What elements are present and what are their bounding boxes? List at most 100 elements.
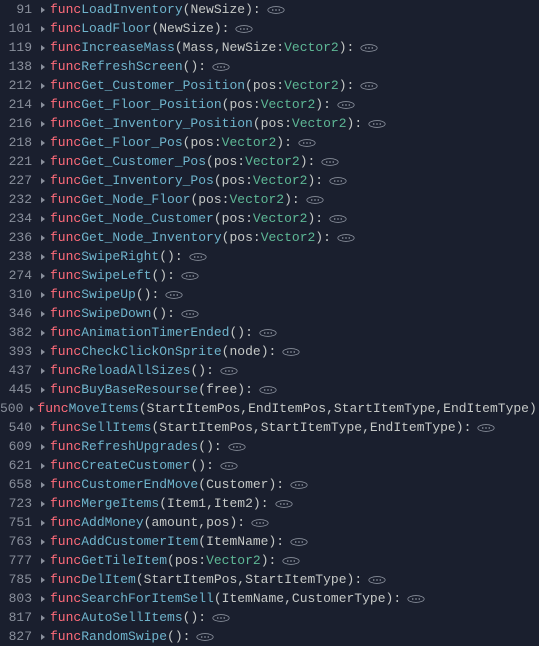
- code-line[interactable]: 658func CustomerEndMove(Customer):: [0, 475, 539, 494]
- collapsed-code-icon[interactable]: [220, 366, 238, 376]
- code-line[interactable]: 777func GetTileItem(pos:Vector2):: [0, 551, 539, 570]
- code-content[interactable]: func SwipeUp():: [50, 285, 183, 304]
- function-name[interactable]: SearchForItemSell: [81, 589, 214, 608]
- function-name[interactable]: AddCustomerItem: [81, 532, 198, 551]
- code-content[interactable]: func AddMoney(amount,pos):: [50, 513, 269, 532]
- fold-collapsed-icon[interactable]: [38, 481, 50, 489]
- fold-collapsed-icon[interactable]: [38, 519, 50, 527]
- function-name[interactable]: LoadInventory: [81, 0, 182, 19]
- code-line[interactable]: 751func AddMoney(amount,pos):: [0, 513, 539, 532]
- code-content[interactable]: func SellItems(StartItemPos,StartItemTyp…: [50, 418, 495, 437]
- fold-collapsed-icon[interactable]: [38, 120, 50, 128]
- fold-collapsed-icon[interactable]: [38, 82, 50, 90]
- code-line[interactable]: 445func BuyBaseResourse(free):: [0, 380, 539, 399]
- collapsed-code-icon[interactable]: [368, 575, 386, 585]
- code-line[interactable]: 214func Get_Floor_Position(pos:Vector2):: [0, 95, 539, 114]
- fold-collapsed-icon[interactable]: [38, 6, 50, 14]
- code-content[interactable]: func SwipeLeft():: [50, 266, 199, 285]
- function-name[interactable]: Get_Node_Floor: [81, 190, 190, 209]
- collapsed-code-icon[interactable]: [329, 214, 347, 224]
- code-line[interactable]: 91func LoadInventory(NewSize):: [0, 0, 539, 19]
- function-name[interactable]: SellItems: [81, 418, 151, 437]
- function-name[interactable]: DelItem: [81, 570, 136, 589]
- function-name[interactable]: RandomSwipe: [81, 627, 167, 646]
- code-content[interactable]: func MergeItems(Item1,Item2):: [50, 494, 293, 513]
- code-content[interactable]: func SwipeDown():: [50, 304, 199, 323]
- function-name[interactable]: RefreshUpgrades: [81, 437, 198, 456]
- fold-collapsed-icon[interactable]: [38, 367, 50, 375]
- collapsed-code-icon[interactable]: [368, 119, 386, 129]
- code-content[interactable]: func GetTileItem(pos:Vector2):: [50, 551, 300, 570]
- function-name[interactable]: IncreaseMass: [81, 38, 175, 57]
- collapsed-code-icon[interactable]: [251, 518, 269, 528]
- code-content[interactable]: func RefreshUpgrades():: [50, 437, 246, 456]
- code-line[interactable]: 236func Get_Node_Inventory(pos:Vector2):: [0, 228, 539, 247]
- code-content[interactable]: func RefreshScreen():: [50, 57, 230, 76]
- collapsed-code-icon[interactable]: [321, 157, 339, 167]
- code-content[interactable]: func LoadFloor(NewSize):: [50, 19, 253, 38]
- fold-collapsed-icon[interactable]: [38, 139, 50, 147]
- function-name[interactable]: MoveItems: [69, 399, 139, 418]
- collapsed-code-icon[interactable]: [181, 271, 199, 281]
- function-name[interactable]: Get_Customer_Pos: [81, 152, 206, 171]
- function-name[interactable]: SwipeDown: [81, 304, 151, 323]
- fold-collapsed-icon[interactable]: [38, 291, 50, 299]
- function-name[interactable]: Get_Customer_Position: [81, 76, 245, 95]
- fold-collapsed-icon[interactable]: [38, 443, 50, 451]
- collapsed-code-icon[interactable]: [282, 556, 300, 566]
- code-editor-outline[interactable]: 91func LoadInventory(NewSize):101func Lo…: [0, 0, 539, 646]
- code-content[interactable]: func AnimationTimerEnded():: [50, 323, 277, 342]
- code-line[interactable]: 437func ReloadAllSizes():: [0, 361, 539, 380]
- code-line[interactable]: 216func Get_Inventory_Position(pos:Vecto…: [0, 114, 539, 133]
- collapsed-code-icon[interactable]: [298, 138, 316, 148]
- fold-collapsed-icon[interactable]: [38, 633, 50, 641]
- function-name[interactable]: RefreshScreen: [81, 57, 182, 76]
- code-content[interactable]: func MoveItems(StartItemPos,EndItemPos,S…: [37, 399, 539, 418]
- fold-collapsed-icon[interactable]: [38, 614, 50, 622]
- function-name[interactable]: SwipeLeft: [81, 266, 151, 285]
- code-content[interactable]: func IncreaseMass(Mass,NewSize:Vector2):: [50, 38, 378, 57]
- function-name[interactable]: ReloadAllSizes: [81, 361, 190, 380]
- function-name[interactable]: SwipeUp: [81, 285, 136, 304]
- code-line[interactable]: 540func SellItems(StartItemPos,StartItem…: [0, 418, 539, 437]
- collapsed-code-icon[interactable]: [290, 480, 308, 490]
- collapsed-code-icon[interactable]: [259, 385, 277, 395]
- fold-collapsed-icon[interactable]: [38, 215, 50, 223]
- collapsed-code-icon[interactable]: [165, 290, 183, 300]
- fold-collapsed-icon[interactable]: [38, 44, 50, 52]
- fold-collapsed-icon[interactable]: [38, 234, 50, 242]
- fold-collapsed-icon[interactable]: [38, 538, 50, 546]
- fold-collapsed-icon[interactable]: [38, 462, 50, 470]
- code-line[interactable]: 310func SwipeUp():: [0, 285, 539, 304]
- code-content[interactable]: func SearchForItemSell(ItemName,Customer…: [50, 589, 425, 608]
- code-content[interactable]: func AddCustomerItem(ItemName):: [50, 532, 308, 551]
- collapsed-code-icon[interactable]: [360, 43, 378, 53]
- function-name[interactable]: GetTileItem: [81, 551, 167, 570]
- collapsed-code-icon[interactable]: [337, 100, 355, 110]
- fold-collapsed-icon[interactable]: [38, 158, 50, 166]
- collapsed-code-icon[interactable]: [196, 632, 214, 642]
- collapsed-code-icon[interactable]: [228, 442, 246, 452]
- code-content[interactable]: func Get_Floor_Position(pos:Vector2):: [50, 95, 355, 114]
- fold-collapsed-icon[interactable]: [38, 595, 50, 603]
- collapsed-code-icon[interactable]: [212, 62, 230, 72]
- function-name[interactable]: AddMoney: [81, 513, 143, 532]
- fold-collapsed-icon[interactable]: [38, 253, 50, 261]
- code-line[interactable]: 817func AutoSellItems():: [0, 608, 539, 627]
- fold-collapsed-icon[interactable]: [38, 424, 50, 432]
- code-content[interactable]: func LoadInventory(NewSize):: [50, 0, 285, 19]
- collapsed-code-icon[interactable]: [329, 176, 347, 186]
- fold-collapsed-icon[interactable]: [29, 405, 37, 413]
- code-line[interactable]: 621func CreateCustomer():: [0, 456, 539, 475]
- collapsed-code-icon[interactable]: [267, 5, 285, 15]
- code-content[interactable]: func Get_Customer_Pos(pos:Vector2):: [50, 152, 339, 171]
- code-content[interactable]: func Get_Floor_Pos(pos:Vector2):: [50, 133, 316, 152]
- code-content[interactable]: func Get_Node_Floor(pos:Vector2):: [50, 190, 324, 209]
- code-content[interactable]: func CreateCustomer():: [50, 456, 238, 475]
- code-line[interactable]: 234func Get_Node_Customer(pos:Vector2):: [0, 209, 539, 228]
- fold-collapsed-icon[interactable]: [38, 177, 50, 185]
- code-content[interactable]: func Get_Node_Inventory(pos:Vector2):: [50, 228, 355, 247]
- collapsed-code-icon[interactable]: [360, 81, 378, 91]
- code-line[interactable]: 218func Get_Floor_Pos(pos:Vector2):: [0, 133, 539, 152]
- code-line[interactable]: 119func IncreaseMass(Mass,NewSize:Vector…: [0, 38, 539, 57]
